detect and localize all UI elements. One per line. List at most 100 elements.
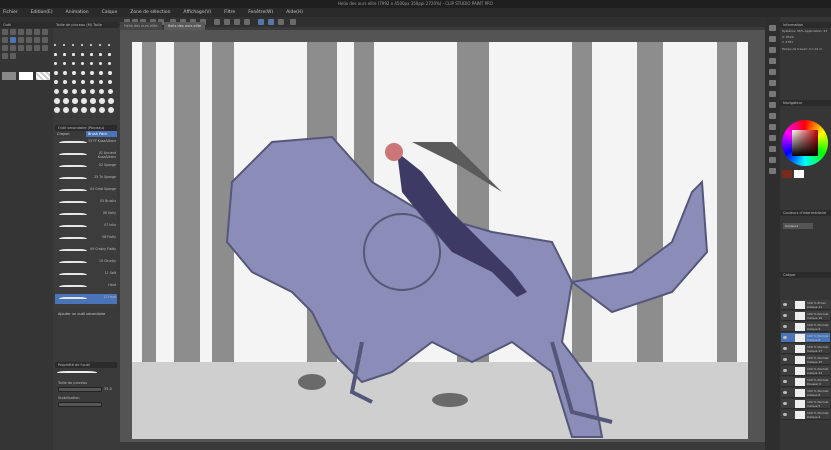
brush-tool-icon[interactable] xyxy=(10,37,16,43)
blend-tool-icon[interactable] xyxy=(42,37,48,43)
subtool-item[interactable]: 11 Soft xyxy=(55,270,117,280)
brush-size-preset[interactable] xyxy=(54,107,61,114)
brush-size-preset[interactable] xyxy=(54,62,58,66)
brush-size-preset[interactable] xyxy=(81,62,85,66)
document-tab-2[interactable]: Helix des ours elite xyxy=(163,22,206,30)
secondary-color-swatch[interactable] xyxy=(794,170,804,178)
menu-selection[interactable]: Zone de sélection xyxy=(130,10,170,15)
side-panel-icon[interactable] xyxy=(769,58,776,64)
main-color-swatch[interactable] xyxy=(2,72,16,80)
brush-size-preset[interactable] xyxy=(72,44,74,46)
pencil-tool-icon[interactable] xyxy=(18,37,24,43)
brush-size-preset[interactable] xyxy=(81,89,86,94)
side-panel-icon[interactable] xyxy=(769,47,776,53)
layer-row[interactable]: 100 % Normal Calque 4 xyxy=(781,410,830,420)
subtool-item[interactable]: 25 Tri Sponge xyxy=(55,174,117,184)
menu-animation[interactable]: Animation xyxy=(66,10,89,15)
pen-tool-icon[interactable] xyxy=(2,37,8,43)
subtool-item[interactable]: 06 Gelly xyxy=(55,210,117,220)
layer-row[interactable]: 100 % Normal Calque 17 xyxy=(781,344,830,354)
subtool-item[interactable]: 02 Sponge xyxy=(55,162,117,172)
brush-size-preset[interactable] xyxy=(72,89,77,94)
brush-size-preset[interactable] xyxy=(90,107,97,114)
hand-tool-icon[interactable] xyxy=(18,29,24,35)
figure-tool-icon[interactable] xyxy=(18,45,24,51)
brush-size-preset[interactable] xyxy=(90,62,94,66)
brush-size-preset[interactable] xyxy=(72,98,78,104)
brush-size-preset[interactable] xyxy=(63,44,65,46)
brush-size-preset[interactable] xyxy=(72,71,76,75)
eye-icon[interactable] xyxy=(783,413,787,416)
lasso-tool-icon[interactable] xyxy=(42,29,48,35)
grid-icon[interactable] xyxy=(278,19,284,25)
brush-size-preset[interactable] xyxy=(54,71,58,75)
text-tool-icon[interactable] xyxy=(26,45,32,51)
side-panel-icon[interactable] xyxy=(769,102,776,108)
subtool-item[interactable]: 10 Chunky xyxy=(55,258,117,268)
fill-icon[interactable] xyxy=(214,19,220,25)
subtool-item[interactable]: 07 Inku xyxy=(55,222,117,232)
brush-size-preset[interactable] xyxy=(99,62,103,66)
color-set-select[interactable]: Couleurs xyxy=(783,223,813,229)
eye-icon[interactable] xyxy=(783,336,787,339)
layer-row[interactable]: 100 % Normal Calque 9 xyxy=(781,322,830,332)
brush-size-preset[interactable] xyxy=(63,62,67,66)
color-square[interactable] xyxy=(792,130,818,156)
brush-size-preset[interactable] xyxy=(108,80,113,85)
layer-row[interactable]: 100 % Normal Calque 5 xyxy=(781,399,830,409)
subtool-item[interactable]: 09 Crosky Flatty xyxy=(55,246,117,256)
balloon-tool-icon[interactable] xyxy=(34,45,40,51)
brush-size-preset[interactable] xyxy=(81,98,87,104)
brush-size-preset[interactable] xyxy=(90,53,93,56)
subtool-item[interactable]: Hard xyxy=(55,282,117,292)
brush-size-preset[interactable] xyxy=(108,107,115,114)
subtool-tab-crayon[interactable]: Crayon xyxy=(55,131,86,137)
subtool-tab-brush-pack[interactable]: Brush Pack xyxy=(86,131,117,137)
brush-size-preset[interactable] xyxy=(63,98,69,104)
side-panel-icon[interactable] xyxy=(769,80,776,86)
subtool-item[interactable]: 05 Brushs xyxy=(55,198,117,208)
drawing-canvas[interactable] xyxy=(132,42,748,439)
side-panel-icon[interactable] xyxy=(769,91,776,97)
menu-calque[interactable]: Calque xyxy=(102,10,118,15)
subtool-item[interactable]: 04 Grab Sponge xyxy=(55,186,117,196)
eyedropper-tool-icon[interactable] xyxy=(42,45,48,51)
menu-filtre[interactable]: Filtre xyxy=(224,10,235,15)
brush-size-preset[interactable] xyxy=(54,89,59,94)
brush-size-preset[interactable] xyxy=(54,80,59,85)
side-panel-icon[interactable] xyxy=(769,146,776,152)
eye-icon[interactable] xyxy=(783,369,787,372)
brush-size-preset[interactable] xyxy=(99,71,103,75)
brush-size-preset[interactable] xyxy=(54,98,60,104)
ruler-tool-icon[interactable] xyxy=(2,53,8,59)
brush-size-preset[interactable] xyxy=(108,71,112,75)
eye-icon[interactable] xyxy=(783,391,787,394)
brush-size-preset[interactable] xyxy=(81,53,84,56)
brush-size-preset[interactable] xyxy=(90,44,92,46)
brush-size-preset[interactable] xyxy=(108,89,113,94)
select-tool-icon[interactable] xyxy=(34,29,40,35)
move-tool-icon[interactable] xyxy=(2,29,8,35)
brush-size-preset[interactable] xyxy=(81,80,86,85)
gradient-tool-icon[interactable] xyxy=(10,45,16,51)
subtool-item[interactable]: 08 Flatly xyxy=(55,234,117,244)
brush-size-preset[interactable] xyxy=(99,80,104,85)
brush-size-preset[interactable] xyxy=(81,44,83,46)
brush-size-preset[interactable] xyxy=(63,80,68,85)
menu-fichier[interactable]: Fichier xyxy=(3,10,18,15)
brush-size-preset[interactable] xyxy=(99,107,106,114)
eye-icon[interactable] xyxy=(783,314,787,317)
side-panel-icon[interactable] xyxy=(769,69,776,75)
menu-edition[interactable]: Edition(E) xyxy=(31,10,53,15)
subtool-item[interactable]: 01 Ancient Kusa&Ikaru xyxy=(55,150,117,160)
side-panel-icon[interactable] xyxy=(769,135,776,141)
stabilization-slider[interactable] xyxy=(58,402,102,407)
brush-size-preset[interactable] xyxy=(108,98,114,104)
brush-size-preset[interactable] xyxy=(90,80,95,85)
brush-size-preset[interactable] xyxy=(63,89,68,94)
side-panel-icon[interactable] xyxy=(769,113,776,119)
side-panel-icon[interactable] xyxy=(769,36,776,42)
snap-icon[interactable] xyxy=(268,19,274,25)
brush-size-preset[interactable] xyxy=(90,71,94,75)
eye-icon[interactable] xyxy=(783,325,787,328)
